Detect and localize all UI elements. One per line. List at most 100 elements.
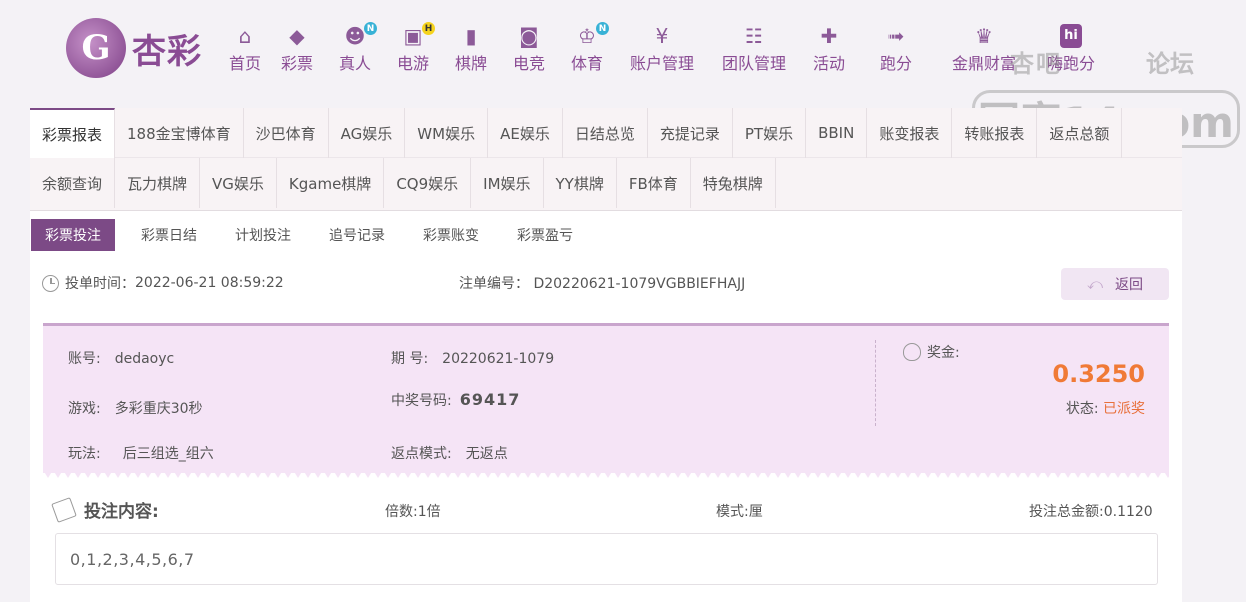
report-tab[interactable]: CQ9娱乐	[384, 158, 472, 208]
yen-icon: ¥	[655, 24, 669, 48]
nav-item-8[interactable]: ☷ 团队管理	[708, 24, 800, 74]
bet-content-header: 投注内容: 倍数:1倍 模式:厘 投注总金额:0.1120	[51, 495, 1158, 525]
report-tab[interactable]: PT娱乐	[733, 108, 807, 158]
team-icon: ☷	[745, 24, 763, 48]
bet-time: 投单时间： 2022-06-21 08:59:22	[42, 273, 284, 293]
home-icon: ⌂	[238, 24, 252, 48]
nav-label: 电竞	[512, 54, 545, 73]
payout-status: 状态: 已派奖	[1066, 398, 1145, 418]
status-value: 已派奖	[1103, 401, 1145, 417]
issue-field: 期 号: 20220621-1079	[391, 348, 554, 368]
game-field: 游戏: 多彩重庆30秒	[68, 398, 203, 418]
treasure-icon: ♛	[975, 24, 993, 48]
report-tab[interactable]: 日结总览	[563, 108, 648, 158]
nav-item-7[interactable]: ¥ 账户管理	[616, 24, 708, 74]
rebate-field: 返点模式: 无返点	[391, 443, 508, 463]
report-tab[interactable]: AE娱乐	[488, 108, 563, 158]
nav-label: 金鼎财富	[951, 54, 1016, 73]
report-tab[interactable]: 余额查询	[30, 158, 116, 208]
report-tab[interactable]: 彩票报表	[30, 108, 116, 158]
edit-note-icon	[51, 496, 77, 523]
nav-label: 账户管理	[629, 54, 694, 73]
logo-text: 杏彩	[132, 31, 202, 72]
nav-item-10[interactable]: ➟ 跑分	[858, 24, 934, 74]
total-label: 投注总金额:	[1029, 504, 1104, 520]
bet-content-box: 0,1,2,3,4,5,6,7	[55, 533, 1158, 585]
issue-label: 期 号:	[391, 351, 429, 367]
report-tab[interactable]: BBIN	[806, 108, 868, 158]
nav-item-2[interactable]: ☻ N 真人	[326, 22, 384, 74]
report-tab[interactable]: WM娱乐	[405, 108, 489, 158]
ticket-zigzag-edge	[43, 470, 1169, 478]
order-number-value: D20220621-1079VGBBIEFHAJJ	[533, 276, 746, 292]
nav-item-11[interactable]: ♛ 金鼎财富	[934, 24, 1034, 74]
report-tab[interactable]: 返点总额	[1037, 108, 1123, 158]
report-tab[interactable]: 188金宝博体育	[115, 108, 244, 158]
report-tab[interactable]: 特兔棋牌	[691, 158, 776, 208]
lottery-subtab[interactable]: 彩票盈亏	[503, 219, 587, 251]
prize-amount: 0.3250	[1052, 360, 1145, 388]
total-value: 0.1120	[1103, 504, 1153, 520]
nav-label: 嗨跑分	[1046, 54, 1095, 73]
lottery-subtab[interactable]: 计划投注	[221, 219, 305, 251]
order-number: 注单编号： D20220621-1079VGBBIEFHAJJ	[459, 273, 745, 293]
report-tabs: 彩票报表 188金宝博体育 沙巴体育 AG娱乐 WM娱乐 AE娱乐 日结总览 充提记录 PT娱乐…	[30, 108, 1182, 211]
report-tab[interactable]: 瓦力棋牌	[115, 158, 201, 208]
nav-item-0[interactable]: ⌂ 首页	[222, 24, 268, 74]
prize-label-wrap: 奖金:	[903, 342, 960, 362]
winning-number-value: 69417	[459, 390, 521, 409]
logo-emblem: G	[66, 18, 126, 78]
order-number-label: 注单编号：	[459, 276, 529, 292]
bet-ticket-card: 账号: dedaoyc 游戏: 多彩重庆30秒 玩法: 后三组选_组六 期 号: 202…	[43, 323, 1169, 473]
lottery-subtab[interactable]: 彩票投注	[31, 219, 115, 251]
nav-item-9[interactable]: ✚ 活动	[800, 24, 858, 74]
back-button-label: 返回	[1115, 277, 1144, 293]
money-bag-icon	[903, 343, 921, 361]
issue-value: 20220621-1079	[442, 351, 555, 367]
nav-label: 真人	[338, 54, 371, 73]
report-tab[interactable]: YY棋牌	[544, 158, 617, 208]
lottery-subtab[interactable]: 彩票账变	[409, 219, 493, 251]
nav-badge: N	[596, 22, 609, 35]
nav-badge: H	[422, 22, 435, 35]
bet-mode: 模式:厘	[716, 501, 763, 521]
bet-title-label: 投注内容:	[84, 502, 159, 522]
report-tab[interactable]: FB体育	[617, 158, 691, 208]
nav-item-1[interactable]: ◆ 彩票	[268, 24, 326, 74]
mode-value: 厘	[748, 504, 763, 520]
status-label: 状态:	[1065, 401, 1099, 417]
report-tab[interactable]: 转账报表	[952, 108, 1038, 158]
lottery-subtab[interactable]: 追号记录	[315, 219, 399, 251]
lottery-subtab[interactable]: 彩票日结	[127, 219, 211, 251]
prize-label: 奖金:	[927, 345, 960, 361]
back-arrow-icon: ⤺	[1086, 275, 1104, 293]
report-tab[interactable]: 充提记录	[648, 108, 733, 158]
report-tab[interactable]: AG娱乐	[329, 108, 406, 158]
top-navbar: G 杏彩 ⌂ 首页 ◆ 彩票 ☻ N 真人 ▣ H 电游 ▮ 棋牌 ◙ 电竞 ♔ N 体育 ¥ 账户管理 ☷ 团队管理 ✚…	[0, 0, 1246, 148]
nav-item-4[interactable]: ▮ 棋牌	[442, 24, 500, 74]
play-label: 玩法:	[68, 446, 101, 462]
play-field: 玩法: 后三组选_组六	[68, 443, 214, 463]
nav-item-3[interactable]: ▣ H 电游	[384, 22, 442, 74]
nav-item-5[interactable]: ◙ 电竞	[500, 24, 558, 74]
nav-label: 团队管理	[721, 54, 786, 73]
nav-item-6[interactable]: ♔ N 体育	[558, 22, 616, 74]
back-button[interactable]: ⤺ 返回	[1061, 268, 1169, 300]
nav-item-12[interactable]: hi 嗨跑分	[1034, 24, 1108, 74]
ticket-icon: ◆	[289, 24, 305, 48]
rebate-label: 返点模式:	[391, 446, 452, 462]
watermark-top-right: 论坛	[1146, 50, 1194, 78]
report-tab[interactable]: 沙巴体育	[244, 108, 329, 158]
lottery-subtabs: 彩票投注 彩票日结 计划投注 追号记录 彩票账变 彩票盈亏	[30, 211, 1182, 259]
report-tab[interactable]: IM娱乐	[471, 158, 544, 208]
site-logo[interactable]: G 杏彩	[66, 18, 202, 78]
report-tab[interactable]: Kgame棋牌	[277, 158, 385, 208]
report-tab[interactable]: VG娱乐	[200, 158, 277, 208]
account-label: 账号:	[68, 351, 101, 367]
report-tab[interactable]: 账变报表	[867, 108, 953, 158]
multiple-value: 1倍	[417, 504, 441, 520]
account-value: dedaoyc	[114, 351, 175, 367]
controller-icon: ◙	[519, 24, 539, 48]
nav-label: 棋牌	[454, 54, 487, 73]
winning-number-field: 中奖号码: 69417	[391, 390, 520, 410]
